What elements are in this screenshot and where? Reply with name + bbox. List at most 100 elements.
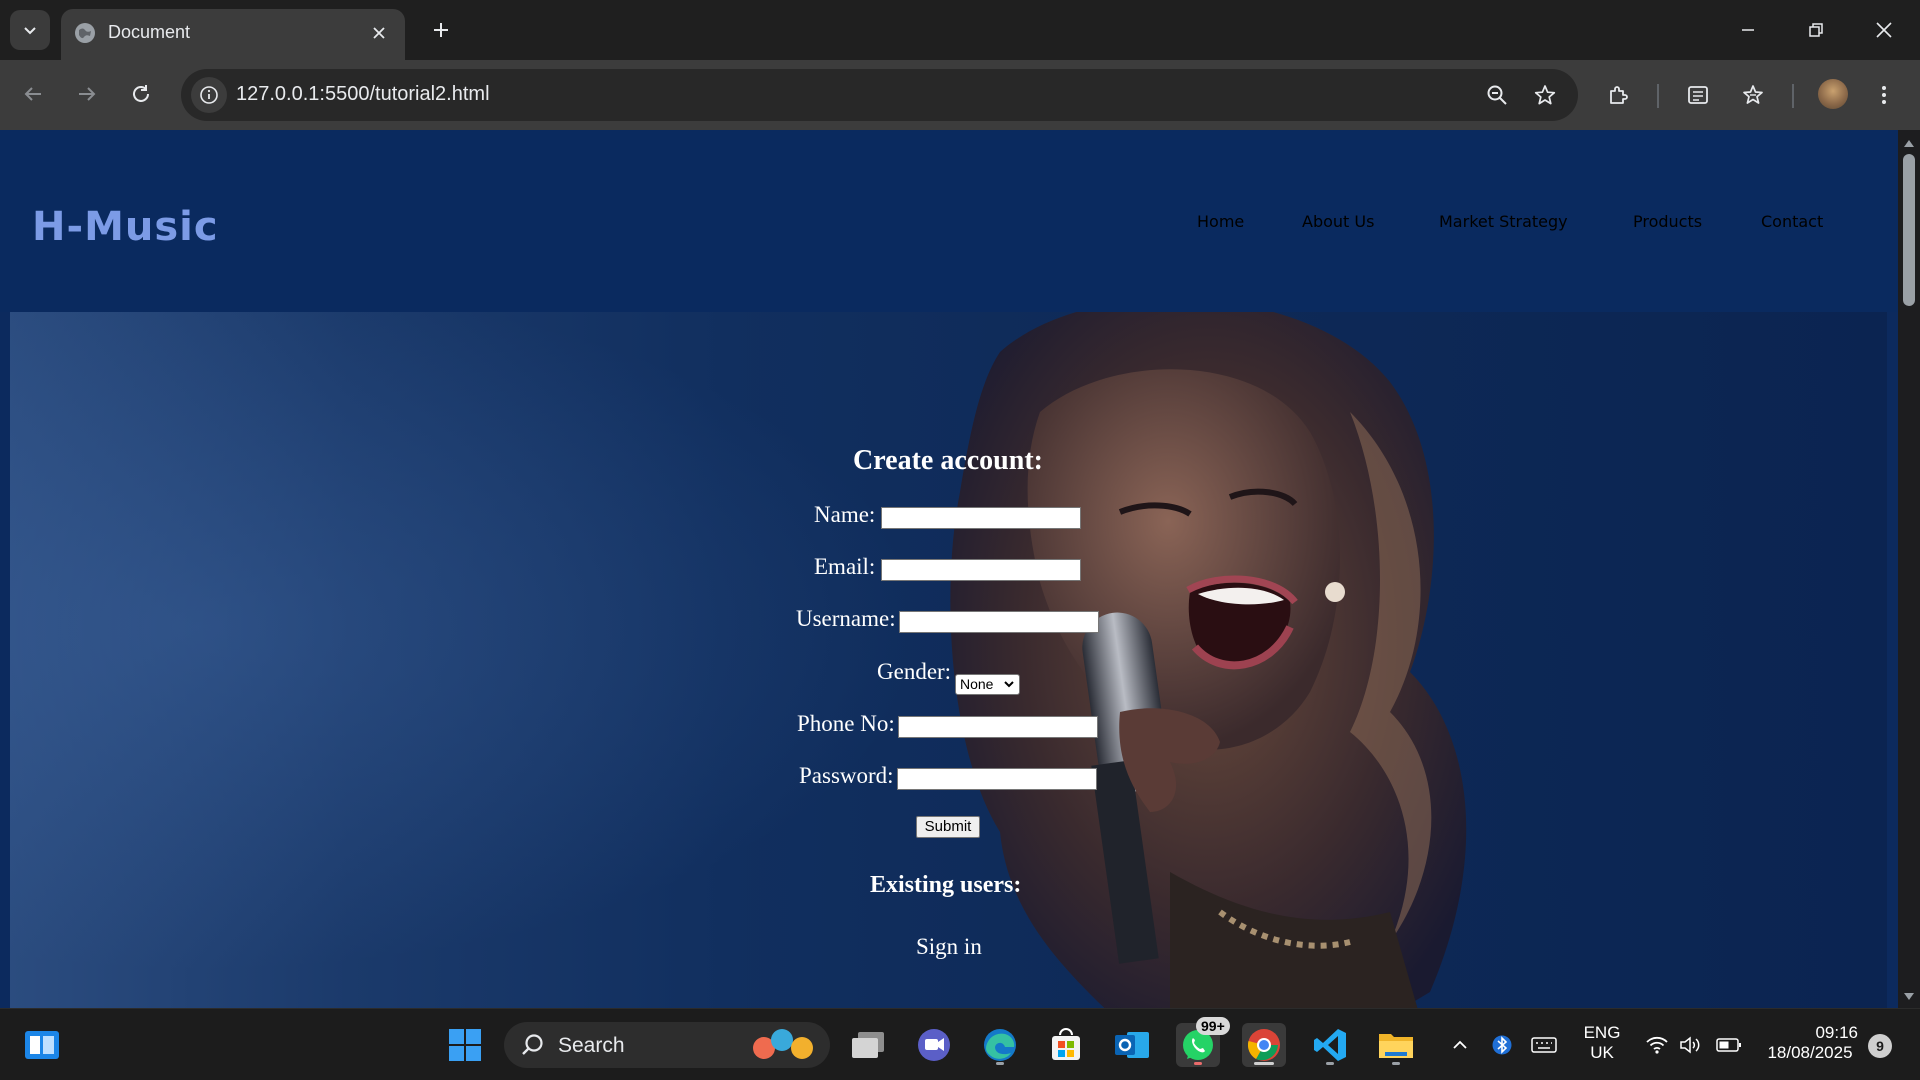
submit-button[interactable]: Submit	[916, 816, 980, 838]
form-title: Create account:	[853, 445, 1043, 476]
start-button[interactable]	[443, 1023, 487, 1067]
site-info-button[interactable]	[191, 77, 227, 113]
file-explorer-button[interactable]	[1374, 1023, 1418, 1067]
reload-button[interactable]	[121, 74, 161, 114]
new-tab-button[interactable]	[423, 12, 459, 48]
nav-contact[interactable]: Contact	[1761, 212, 1823, 231]
wifi-icon	[1646, 1036, 1668, 1054]
chrome-icon	[1247, 1029, 1280, 1061]
chevron-up-icon	[1453, 1040, 1467, 1049]
battery-button[interactable]	[1712, 1023, 1746, 1067]
task-view-button[interactable]	[846, 1023, 890, 1067]
clock-time: 09:16	[1815, 1023, 1858, 1042]
password-label: Password:	[799, 763, 894, 788]
volume-button[interactable]	[1674, 1023, 1708, 1067]
browser-tab[interactable]: Document	[61, 9, 405, 60]
clock[interactable]: 09:16 18/08/2025	[1762, 1023, 1858, 1063]
close-icon	[1876, 22, 1892, 38]
tab-close-button[interactable]	[365, 19, 393, 47]
close-icon	[373, 27, 385, 39]
nav-home[interactable]: Home	[1197, 212, 1244, 231]
existing-users-title: Existing users:	[870, 872, 1022, 898]
store-button[interactable]	[1044, 1023, 1088, 1067]
username-input[interactable]	[899, 611, 1099, 633]
puzzle-icon	[1610, 86, 1628, 104]
browser-tabstrip: Document	[0, 0, 1920, 60]
name-input[interactable]	[881, 507, 1081, 529]
restore-button[interactable]	[1786, 8, 1846, 52]
scroll-thumb[interactable]	[1903, 154, 1915, 306]
zoom-out-icon	[1487, 85, 1507, 105]
minimize-button[interactable]	[1718, 8, 1778, 52]
forward-button[interactable]	[67, 74, 107, 114]
outlook-button[interactable]	[1110, 1023, 1154, 1067]
widgets-button[interactable]	[20, 1023, 64, 1067]
bluetooth-icon	[1492, 1035, 1512, 1055]
tab-title: Document	[108, 22, 191, 42]
restore-icon	[1809, 23, 1823, 37]
email-input[interactable]	[881, 559, 1081, 581]
name-label: Name:	[814, 502, 876, 527]
username-label: Username:	[796, 606, 896, 631]
address-bar[interactable]: 127.0.0.1:5500/tutorial2.html	[181, 69, 1578, 121]
teams-chat-button[interactable]	[912, 1023, 956, 1067]
zoom-button[interactable]	[1481, 79, 1513, 111]
password-input[interactable]	[897, 768, 1097, 790]
phone-label: Phone No:	[797, 711, 895, 736]
page-viewport: H-Music Home About Us Market Strategy Pr…	[0, 130, 1920, 1008]
vscode-button[interactable]	[1308, 1023, 1352, 1067]
toolbar-divider	[1792, 84, 1794, 108]
scroll-up-icon[interactable]	[1903, 138, 1915, 148]
edge-button[interactable]	[978, 1023, 1022, 1067]
bookmark-button[interactable]	[1529, 79, 1561, 111]
clock-date: 18/08/2025	[1767, 1043, 1853, 1062]
show-hidden-icons-button[interactable]	[1443, 1023, 1477, 1067]
phone-input[interactable]	[898, 716, 1098, 738]
nav-about-us[interactable]: About Us	[1302, 212, 1374, 231]
windows-logo-icon	[449, 1029, 481, 1061]
outlook-icon	[1115, 1032, 1149, 1058]
scroll-down-icon[interactable]	[1903, 992, 1915, 1002]
keyboard-icon	[1531, 1037, 1557, 1053]
notification-badge[interactable]: 9	[1868, 1034, 1892, 1058]
taskbar-search[interactable]: Search	[504, 1022, 830, 1068]
folder-icon	[1379, 1034, 1413, 1058]
reload-icon	[133, 85, 149, 102]
email-label: Email:	[814, 554, 876, 579]
whatsapp-unread-badge: 99+	[1196, 1017, 1230, 1035]
chrome-button[interactable]	[1242, 1023, 1286, 1067]
close-window-button[interactable]	[1854, 8, 1914, 52]
browser-toolbar: 127.0.0.1:5500/tutorial2.html	[0, 60, 1920, 130]
whatsapp-button[interactable]: 99+	[1176, 1017, 1230, 1067]
running-indicator	[996, 1062, 1004, 1065]
bluetooth-button[interactable]	[1485, 1023, 1519, 1067]
region-code: UK	[1590, 1043, 1614, 1062]
gender-select[interactable]: None	[955, 674, 1020, 695]
balloons-icon	[753, 1029, 813, 1059]
touch-keyboard-button[interactable]	[1527, 1023, 1561, 1067]
favorites-button[interactable]	[1736, 78, 1770, 112]
running-indicator	[1326, 1062, 1334, 1065]
arrow-left-icon	[24, 87, 41, 101]
nav-products[interactable]: Products	[1633, 212, 1702, 231]
widgets-icon	[25, 1031, 59, 1059]
extensions-button[interactable]	[1601, 78, 1635, 112]
wifi-button[interactable]	[1640, 1023, 1674, 1067]
store-icon	[1052, 1028, 1080, 1060]
menu-button[interactable]	[1867, 78, 1901, 112]
star-icon	[1534, 85, 1556, 105]
task-view-icon	[852, 1032, 884, 1058]
profile-avatar[interactable]	[1818, 79, 1848, 109]
info-icon	[200, 86, 218, 104]
tab-search-button[interactable]	[10, 10, 50, 50]
site-logo[interactable]: H-Music	[32, 204, 219, 250]
arrow-right-icon	[79, 87, 96, 101]
page-scrollbar[interactable]	[1898, 130, 1920, 1008]
sign-in-link[interactable]: Sign in	[916, 934, 982, 960]
more-vertical-icon	[1882, 86, 1886, 104]
input-language[interactable]: ENG UK	[1578, 1023, 1626, 1063]
nav-market-strategy[interactable]: Market Strategy	[1439, 212, 1568, 231]
favorites-star-icon	[1743, 85, 1763, 104]
reading-list-button[interactable]	[1681, 78, 1715, 112]
back-button[interactable]	[13, 74, 53, 114]
